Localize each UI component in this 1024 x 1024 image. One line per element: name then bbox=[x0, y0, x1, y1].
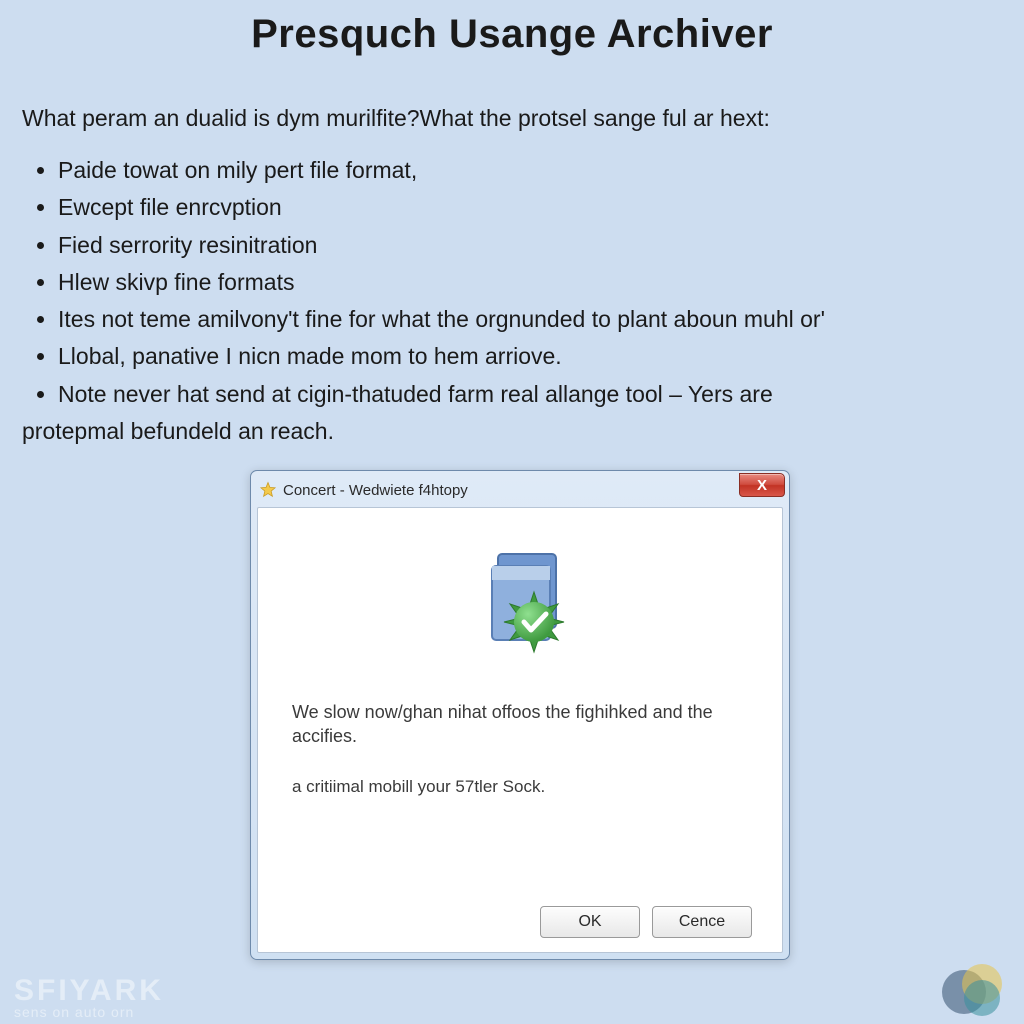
dialog-message-primary: We slow now/ghan nihat offoos the fighih… bbox=[292, 700, 752, 749]
brand-name: SFIYARK bbox=[14, 974, 164, 1008]
brand-mark: SFIYARK sens on auto orn bbox=[14, 974, 164, 1020]
list-item: Ewcept file enrcvption bbox=[58, 189, 1002, 226]
list-item: Note never hat send at cigin-thatuded fa… bbox=[58, 376, 1002, 413]
dialog-window: Concert - Wedwiete f4htopy X bbox=[250, 470, 790, 960]
close-button[interactable]: X bbox=[739, 473, 785, 497]
page-title: Presquch Usange Archiver bbox=[0, 0, 1024, 57]
dialog-body: We slow now/ghan nihat offoos the fighih… bbox=[257, 507, 783, 953]
close-icon: X bbox=[757, 477, 767, 494]
document-check-icon bbox=[292, 544, 752, 664]
intro-text: What peram an dualid is dym murilfite?Wh… bbox=[0, 57, 1024, 134]
list-item: Ites not teme amilvony't fine for what t… bbox=[58, 301, 1002, 338]
list-item: Hlew skivp fine formats bbox=[58, 264, 1002, 301]
overlap-circles-icon bbox=[938, 958, 1008, 1018]
dialog-title: Concert - Wedwiete f4htopy bbox=[283, 482, 468, 499]
cancel-button[interactable]: Cence bbox=[652, 906, 752, 938]
ok-button[interactable]: OK bbox=[540, 906, 640, 938]
star-icon bbox=[259, 481, 277, 499]
dialog-titlebar[interactable]: Concert - Wedwiete f4htopy X bbox=[257, 477, 783, 507]
list-item-continuation: protepmal befundeld an reach. bbox=[22, 413, 1002, 450]
dialog-button-row: OK Cence bbox=[292, 896, 752, 938]
feature-list: Paide towat on mily pert file format, Ew… bbox=[0, 134, 1024, 450]
list-item: Fied serrority resinitration bbox=[58, 227, 1002, 264]
list-item: Llobal, panative I nicn made mom to hem … bbox=[58, 338, 1002, 375]
dialog-message-secondary: a critiimal mobill your 57tler Sock. bbox=[292, 777, 752, 797]
list-item: Paide towat on mily pert file format, bbox=[58, 152, 1002, 189]
